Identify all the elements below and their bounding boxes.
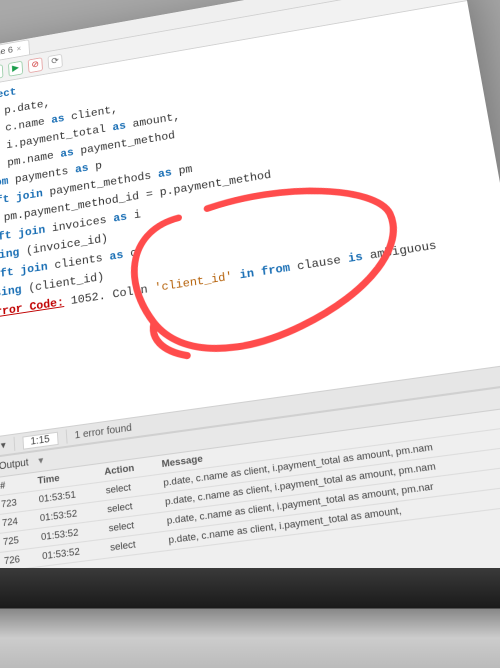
close-tab-icon[interactable]: × [16, 44, 21, 53]
refresh-button[interactable]: ⟳ [47, 53, 62, 69]
app-screen: 📄 SQL File 6 × 📂 💾 ▶ ▶ ⊘ ⟳ 1234567891011… [0, 0, 500, 667]
run-cursor-icon: ▶ [12, 63, 19, 73]
refresh-icon: ⟳ [51, 56, 59, 67]
execute-cursor-button[interactable]: ▶ [8, 60, 23, 76]
divider [13, 437, 15, 451]
divider [65, 429, 67, 443]
cursor-position-field[interactable] [22, 431, 58, 449]
zoom-toggle-icon[interactable]: ▾ [1, 439, 7, 451]
laptop-bezel [0, 568, 500, 668]
chevron-down-icon[interactable]: ▾ [38, 455, 44, 467]
execute-button[interactable]: ▶ [0, 64, 3, 80]
stop-button[interactable]: ⊘ [28, 57, 43, 73]
stop-icon: ⊘ [31, 60, 39, 71]
